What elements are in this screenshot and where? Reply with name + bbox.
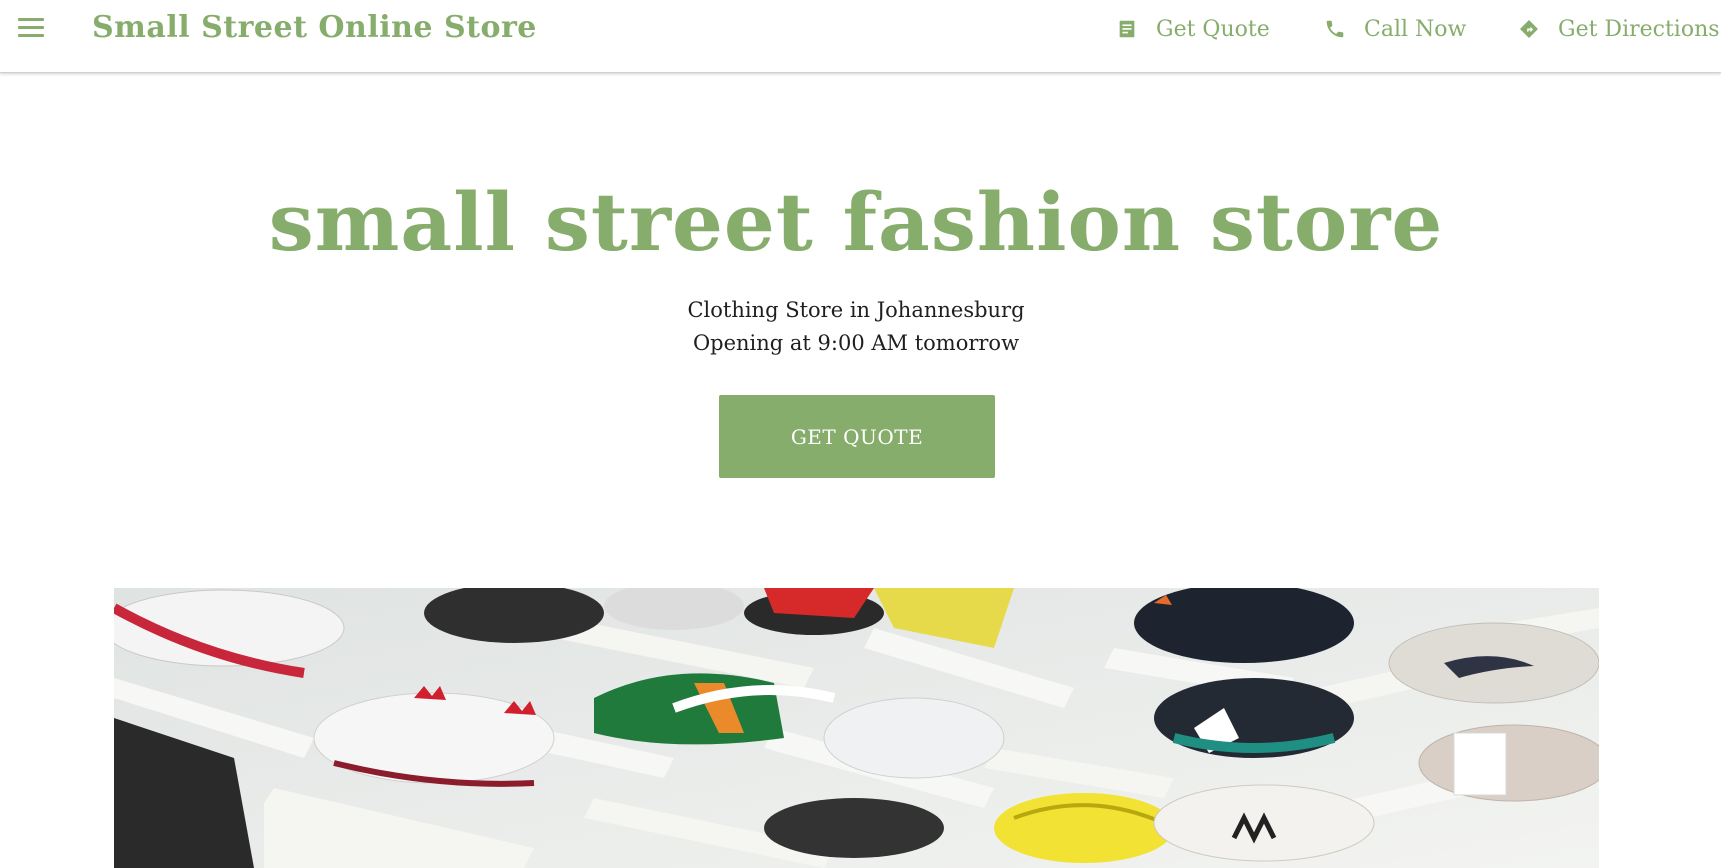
phone-icon (1326, 20, 1344, 38)
get-quote-link[interactable]: Get Quote (1116, 14, 1270, 44)
hero-title: small street fashion store (268, 175, 1444, 269)
get-quote-label: Get Quote (1156, 16, 1270, 42)
sneaker-wall-photo (114, 588, 1599, 868)
site-brand[interactable]: Small Street Online Store (92, 10, 537, 45)
top-navigation-bar: Small Street Online Store Get Quote Call… (0, 0, 1721, 73)
call-now-label: Call Now (1364, 16, 1467, 42)
call-now-link[interactable]: Call Now (1324, 14, 1466, 44)
document-icon (1119, 20, 1135, 38)
hero-subtitle-category: Clothing Store in Johannesburg (687, 298, 1025, 322)
hero-subtitle-hours: Opening at 9:00 AM tomorrow (692, 331, 1020, 355)
directions-icon (1520, 20, 1538, 38)
hamburger-menu-icon[interactable] (18, 16, 46, 38)
get-quote-button[interactable]: GET QUOTE (719, 395, 995, 478)
get-directions-link[interactable]: Get Directions (1518, 14, 1720, 44)
get-directions-label: Get Directions (1558, 16, 1720, 42)
